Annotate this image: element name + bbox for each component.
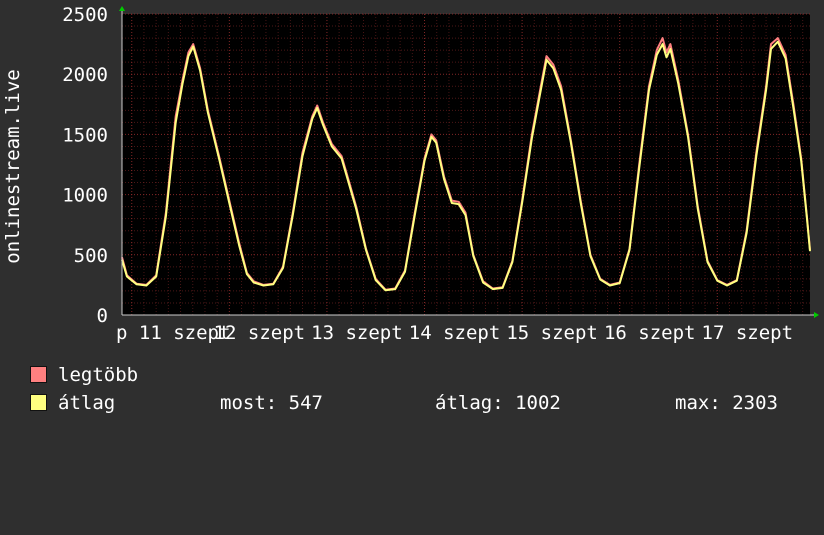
legend-swatch-max [30, 366, 47, 383]
y-tick-label: 1000 [62, 185, 108, 207]
legend-swatch-avg [30, 394, 47, 411]
x-tick-label: 16 szept [604, 322, 696, 344]
legend-label-avg: átlag [58, 392, 116, 414]
stat-now: most: 547 [220, 392, 323, 414]
x-tick-label: 13 szept [311, 322, 403, 344]
legend-label-max: legtöbb [58, 364, 139, 386]
stat-max: max: 2303 [675, 392, 778, 414]
legend-row-avg: átlag most: 547 átlag: 1002 max: 2303 [30, 391, 810, 415]
x-tick-label: 14 szept [409, 322, 501, 344]
y-tick-label: 1500 [62, 124, 108, 146]
y-tick-label: 2500 [62, 4, 108, 26]
x-tick-label: 12 szept [214, 322, 306, 344]
x-tick-label: 15 szept [506, 322, 598, 344]
y-axis-arrow [119, 6, 125, 11]
y-tick-label: 0 [97, 305, 108, 327]
y-axis-title: onlinestream.live [2, 69, 24, 263]
y-tick-label: 2000 [62, 64, 108, 86]
stat-average: átlag: 1002 [435, 392, 561, 414]
y-tick-label: 500 [74, 245, 108, 267]
legend-row-max: legtöbb [30, 363, 138, 387]
plot-area [122, 14, 810, 315]
line-chart: 05001000150020002500p 11 szept12 szept 13… [2, 4, 819, 344]
x-axis-arrow [814, 312, 819, 318]
x-tick-label: 17 szept [702, 322, 794, 344]
